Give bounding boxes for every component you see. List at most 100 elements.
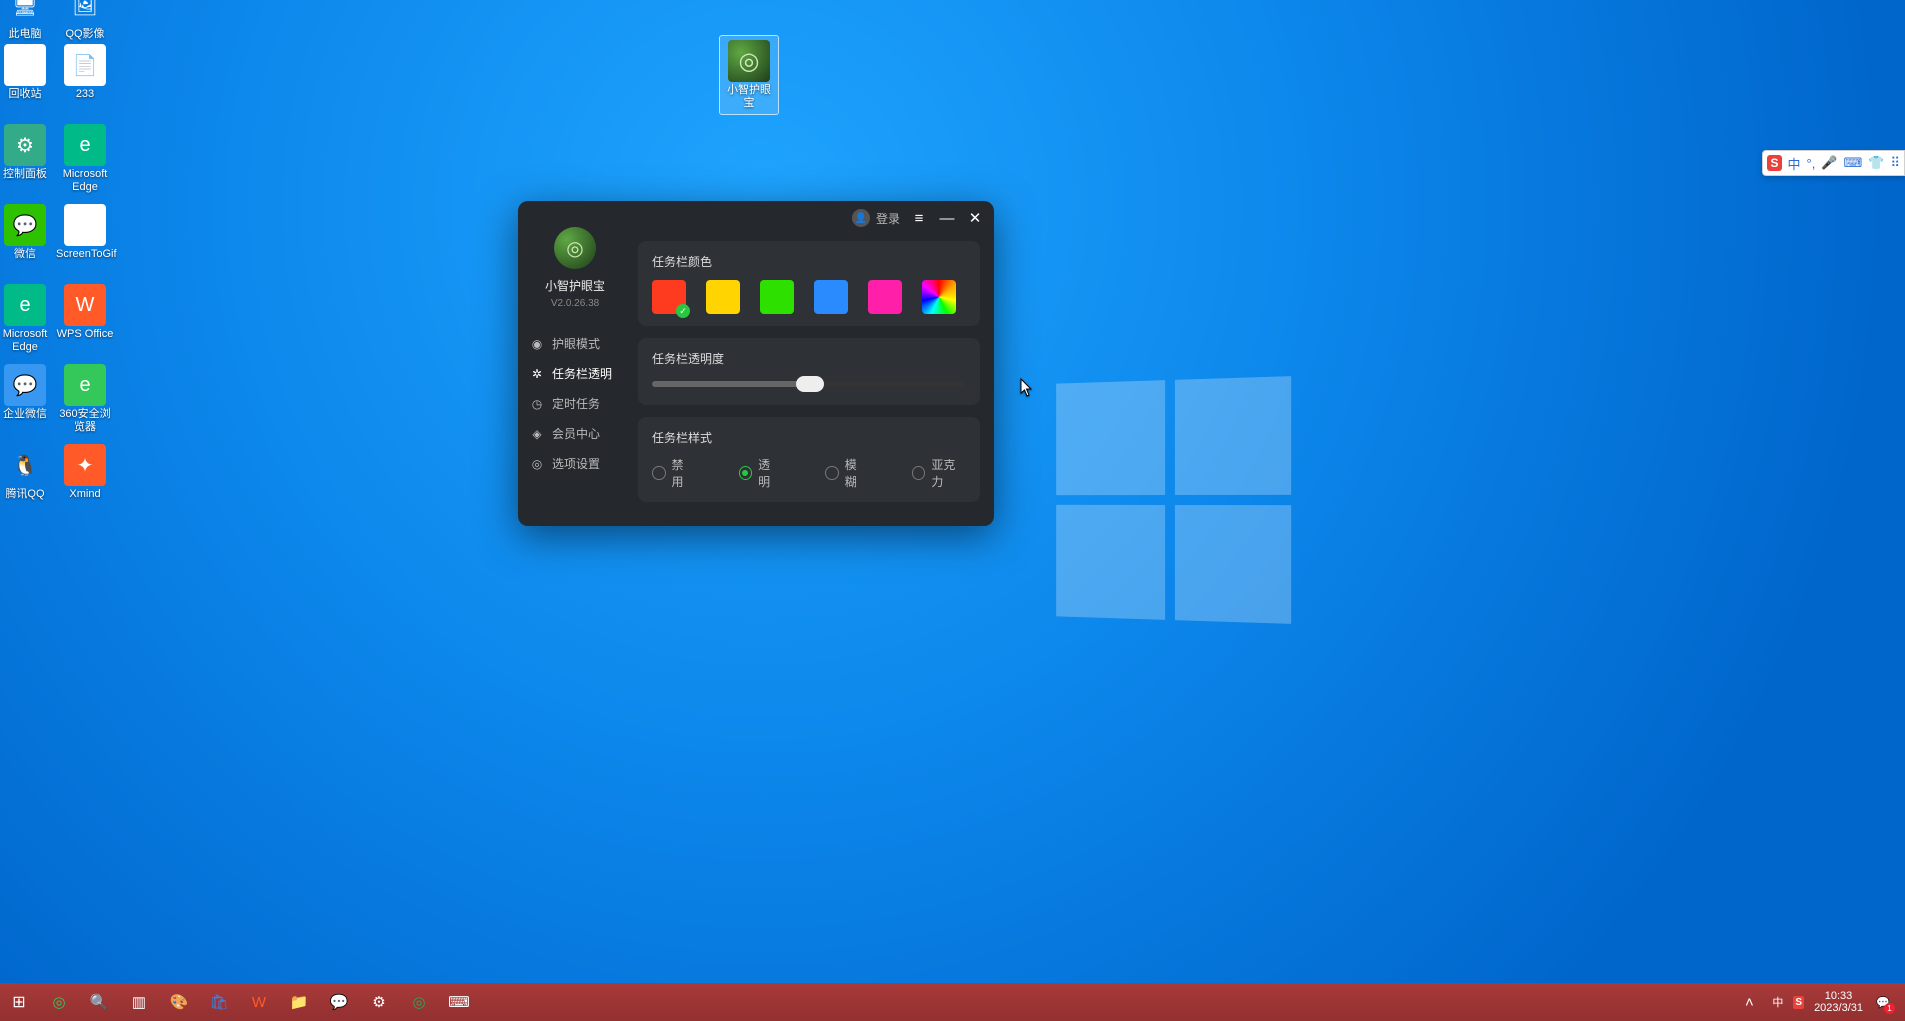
radio-transparent[interactable]: 透明 (739, 456, 782, 490)
nav-label: 会员中心 (552, 419, 600, 449)
nav-item-mode[interactable]: ◉护眼模式 (518, 329, 632, 359)
tray-sogou-icon[interactable]: S (1793, 996, 1804, 1009)
minimize-button[interactable]: — (938, 209, 956, 227)
desktop-icon-recycle[interactable]: 🗑回收站 (0, 44, 54, 101)
taskbar-paint-button[interactable]: 🎨 (166, 989, 192, 1015)
tray-lang[interactable]: 中 (1772, 994, 1783, 1010)
taskbar: ⊞ ◎ 🔍 ▥ 🎨 🛍 W 📁 💬 ⚙ ◎ ⌨ ˄ 中 S 10:33 2023/3/31 💬 1 (0, 983, 1905, 1021)
radio-disable[interactable]: 禁用 (652, 456, 695, 490)
system-tray: ˄ 中 S 10:33 2023/3/31 💬 1 (1736, 989, 1899, 1015)
app-titlebar: 👤 登录 ≡ — ✕ (852, 209, 984, 227)
close-button[interactable]: ✕ (966, 209, 984, 227)
color-swatch-rainbow[interactable] (922, 280, 956, 314)
desktop-icon-label: 腾讯QQ (0, 488, 54, 501)
app-window: ◎ 小智护眼宝 V2.0.26.38 ◉护眼模式✲任务栏透明◷定时任务◈会员中心… (518, 201, 994, 526)
desktop-icon-label: 企业微信 (0, 408, 54, 421)
ime-toolbar[interactable]: S 中 °, 🎤 ⌨ 👕 ⠿ (1762, 150, 1905, 176)
card-taskbar-opacity: 任务栏透明度 (638, 338, 980, 405)
timer-icon: ◷ (530, 397, 544, 411)
desktop-icon-qq[interactable]: 🐧腾讯QQ (0, 444, 54, 501)
desktop-icon-this-pc[interactable]: 🖥此电脑 (0, 0, 54, 41)
tray-chevron-icon[interactable]: ˄ (1736, 989, 1762, 1015)
desktop-icon-xzhy[interactable]: ◎ 小智护眼宝 (720, 36, 778, 114)
desktop-icon-360[interactable]: e360安全浏览器 (56, 364, 114, 434)
radio-blur[interactable]: 模糊 (825, 456, 868, 490)
card-taskbar-style: 任务栏样式 禁用透明模糊亚克力 (638, 417, 980, 502)
ime-mic-icon[interactable]: 🎤 (1821, 155, 1837, 171)
taskbar-wechat-button[interactable]: 💬 (326, 989, 352, 1015)
desktop-icon-ent-wechat[interactable]: 💬企业微信 (0, 364, 54, 421)
color-swatch-magenta[interactable] (868, 280, 902, 314)
mouse-cursor (1020, 378, 1034, 398)
nav-label: 护眼模式 (552, 329, 600, 359)
radio-dot-icon (912, 466, 926, 480)
sogou-badge-icon: S (1767, 155, 1781, 171)
taskbar-start-button[interactable]: ⊞ (6, 989, 32, 1015)
notification-center-icon[interactable]: 💬 1 (1873, 992, 1893, 1012)
desktop-icon-label: 微信 (0, 248, 54, 261)
nav-item-vip[interactable]: ◈ 会员中心 (518, 419, 632, 449)
nav-label: 选项设置 (552, 449, 600, 479)
radio-dot-icon (652, 466, 666, 480)
desktop-icon-qq-image[interactable]: 🖼QQ影像 (56, 0, 114, 41)
taskbar-store-button[interactable]: 🛍 (206, 989, 232, 1015)
desktop-icon-label: Microsoft Edge (0, 328, 54, 354)
login-button[interactable]: 👤 登录 (852, 209, 900, 227)
ime-punct-icon[interactable]: °, (1807, 156, 1816, 171)
desktop-icon-label: 控制面板 (0, 168, 54, 181)
nav-item-taskbar[interactable]: ✲任务栏透明 (518, 359, 632, 389)
ime-keyboard-icon[interactable]: ⌨ (1844, 155, 1863, 171)
desktop-icon-edge1[interactable]: eMicrosoft Edge (56, 124, 114, 194)
radio-label: 模糊 (845, 456, 868, 490)
taskbar-explorer-button[interactable]: 📁 (286, 989, 312, 1015)
nav-label: 定时任务 (552, 389, 600, 419)
nav-item-timer[interactable]: ◷ 定时任务 (518, 389, 632, 419)
taskbar-search-button[interactable]: 🔍 (86, 989, 112, 1015)
taskbar-wps-button[interactable]: W (246, 989, 272, 1015)
taskbar-clock[interactable]: 10:33 2023/3/31 (1814, 990, 1863, 1014)
notif-badge: 1 (1884, 1003, 1895, 1014)
vip-icon: ◈ (530, 427, 544, 441)
windows-logo-decor (1056, 376, 1291, 624)
taskbar-xzhy-button[interactable]: ◎ (406, 989, 432, 1015)
ime-tools-icon[interactable]: ⠿ (1890, 155, 1900, 171)
desktop-icon-wps[interactable]: WWPS Office (56, 284, 114, 341)
check-icon: ✓ (676, 304, 690, 318)
taskbar-360b-button[interactable]: ◎ (46, 989, 72, 1015)
taskbar-kb-button[interactable]: ⌨ (446, 989, 472, 1015)
ime-lang[interactable]: 中 (1788, 154, 1801, 173)
opacity-slider[interactable] (652, 381, 966, 387)
menu-icon[interactable]: ≡ (910, 209, 928, 227)
desktop-icon-wechat[interactable]: 💬微信 (0, 204, 54, 261)
opts-icon: ◎ (530, 457, 544, 471)
desktop-icon-label: ScreenToGif (56, 248, 114, 261)
desktop-icon-233[interactable]: 📄233 (56, 44, 114, 101)
desktop-icon-label: 此电脑 (0, 28, 54, 41)
card-title: 任务栏颜色 (652, 253, 966, 270)
desktop-icon-label: 360安全浏览器 (56, 408, 114, 434)
ime-skin-icon[interactable]: 👕 (1868, 155, 1884, 171)
app-logo-icon: ◎ (554, 227, 596, 269)
color-swatch-blue[interactable] (814, 280, 848, 314)
slider-thumb[interactable] (796, 376, 824, 392)
desktop-icon-xmind[interactable]: ✦Xmind (56, 444, 114, 501)
desktop-icon-s2g[interactable]: S>GScreenToGif (56, 204, 114, 261)
desktop-icon-ctrl-panel[interactable]: ⚙控制面板 (0, 124, 54, 181)
card-taskbar-color: 任务栏颜色 ✓ (638, 241, 980, 326)
desktop-icon-label: 回收站 (0, 88, 54, 101)
taskbar-settings-button[interactable]: ⚙ (366, 989, 392, 1015)
app-version: V2.0.26.38 (518, 298, 632, 309)
desktop-wallpaper[interactable]: 🖥此电脑🖼QQ影像🗑回收站📄233⚙控制面板eMicrosoft Edge💬微信… (0, 0, 1905, 1021)
nav-item-opts[interactable]: ◎ 选项设置 (518, 449, 632, 479)
radio-dot-icon (825, 466, 839, 480)
color-swatch-yellow[interactable] (706, 280, 740, 314)
radio-acrylic[interactable]: 亚克力 (912, 456, 966, 490)
color-swatch-green[interactable] (760, 280, 794, 314)
color-swatch-red[interactable]: ✓ (652, 280, 686, 314)
desktop-icon-label: 233 (56, 88, 114, 101)
taskbar-icon: ✲ (530, 367, 544, 381)
taskbar-taskview-button[interactable]: ▥ (126, 989, 152, 1015)
desktop-icon-edge2[interactable]: eMicrosoft Edge (0, 284, 54, 354)
desktop-icon-label: WPS Office (56, 328, 114, 341)
app-sidebar: ◎ 小智护眼宝 V2.0.26.38 ◉护眼模式✲任务栏透明◷定时任务◈会员中心… (518, 201, 632, 526)
